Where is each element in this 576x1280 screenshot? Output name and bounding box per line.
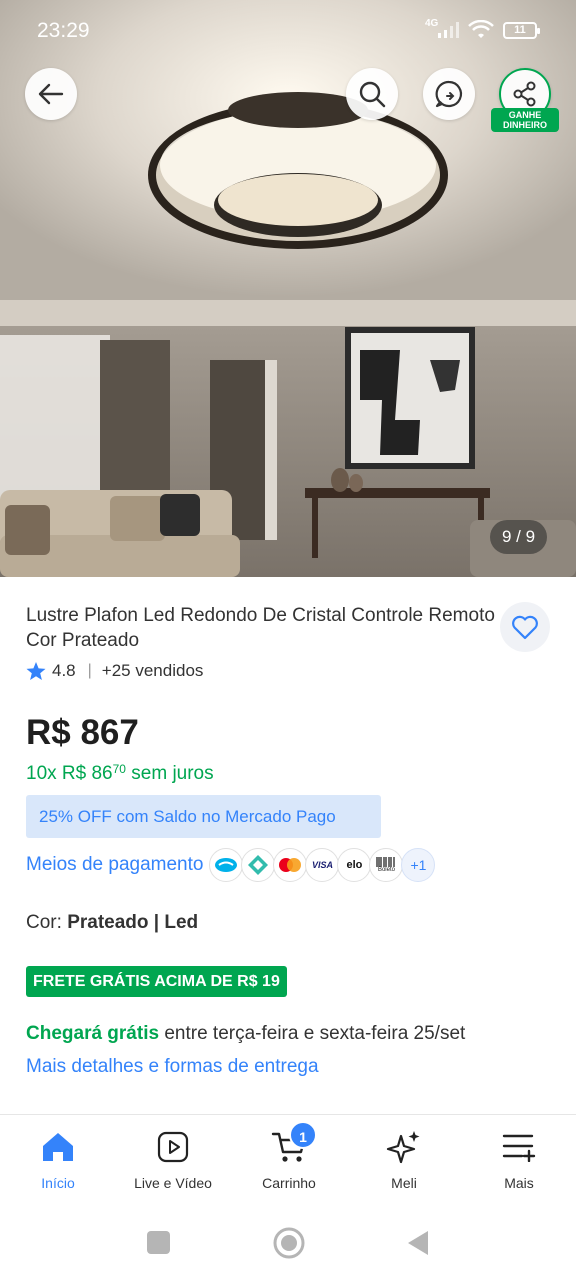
rating-separator: |: [87, 662, 92, 679]
product-image-gallery[interactable]: 23:29 4G 11 GANHE DINHEIRO 9 / 9: [0, 0, 576, 577]
system-nav-icons: [147, 1227, 428, 1259]
tab-more[interactable]: Mais: [464, 1127, 574, 1191]
sparkle-icon: [386, 1131, 420, 1164]
gallery-counter: 9 / 9: [490, 520, 548, 554]
tab-home-label: Início: [41, 1175, 75, 1191]
installments-suffix: sem juros: [131, 763, 214, 784]
tab-live-video-label: Live e Vídeo: [134, 1175, 212, 1191]
shipping-highlight: Chegará grátis: [26, 1023, 160, 1044]
color-row: Cor: Prateado | Led: [26, 912, 198, 934]
shipping-dates: entre terça-feira e sexta-feira 25/set: [164, 1023, 466, 1044]
rating-value: 4.8: [52, 661, 76, 680]
play-icon: [157, 1131, 189, 1163]
color-value: Prateado | Led: [67, 912, 199, 933]
status-bar: 23:29 4G 11: [0, 0, 576, 62]
sold-count: +25 vendidos: [101, 661, 204, 680]
rating-row[interactable]: 4.8 | +25 vendidos: [26, 661, 203, 681]
more-payment-methods[interactable]: +1: [401, 848, 436, 882]
product-screen: 23:29 4G 11 GANHE DINHEIRO 9 / 9 Lustre …: [0, 0, 576, 1280]
tab-home[interactable]: Início: [3, 1127, 113, 1191]
favorite-button[interactable]: [500, 602, 550, 652]
signal-icon: [438, 22, 459, 38]
promo-banner: 25% OFF com Saldo no Mercado Pago: [26, 795, 381, 838]
arrow-left-icon: [38, 83, 64, 105]
wifi-icon: [468, 20, 494, 38]
mercado-pago-icon: [209, 848, 244, 882]
boleto-icon: Boleto: [369, 848, 404, 882]
elo-icon: elo: [337, 848, 372, 882]
search-icon: [359, 81, 386, 108]
system-navigation-bar: [0, 1206, 576, 1280]
earn-money-line2: DINHEIRO: [502, 120, 547, 130]
status-time: 23:29: [37, 19, 90, 42]
price: R$ 867: [26, 713, 139, 752]
product-photo: [0, 0, 576, 577]
mastercard-icon: [273, 848, 308, 882]
cart-badge: 1: [289, 1121, 317, 1149]
payment-methods-row[interactable]: Meios de pagamento VISA elo Boleto +1: [26, 847, 436, 883]
whatsapp-share-button[interactable]: [423, 68, 475, 120]
share-icon: [513, 81, 536, 107]
back-button[interactable]: [25, 68, 77, 120]
visa-icon: VISA: [305, 848, 340, 882]
whatsapp-icon: [435, 80, 463, 108]
back-nav-icon: [408, 1231, 428, 1255]
installments-cents: 70: [112, 762, 126, 776]
earn-money-badge[interactable]: GANHE DINHEIRO: [491, 108, 559, 132]
search-button[interactable]: [346, 68, 398, 120]
heart-icon: [512, 615, 538, 640]
color-label: Cor:: [26, 912, 62, 933]
recent-apps-icon: [147, 1231, 170, 1254]
free-shipping-badge: FRETE GRÁTIS ACIMA DE R$ 19: [26, 966, 287, 997]
boleto-label: Boleto: [377, 867, 395, 873]
pix-icon: [241, 848, 276, 882]
payment-methods-link[interactable]: Meios de pagamento: [26, 854, 203, 876]
product-title: Lustre Plafon Led Redondo De Cristal Con…: [26, 605, 495, 651]
menu-plus-icon: [502, 1134, 536, 1162]
shipping-details-link[interactable]: Mais detalhes e formas de entrega: [26, 1056, 319, 1078]
bottom-tab-bar: Início Live e Vídeo 1 Carrinho Meli Mais: [0, 1114, 576, 1206]
home-icon: [43, 1133, 73, 1161]
installments: 10x R$ 8670 sem juros: [26, 762, 214, 785]
tab-cart-label: Carrinho: [262, 1175, 316, 1191]
tab-more-label: Mais: [504, 1175, 534, 1191]
earn-money-line1: GANHE: [508, 110, 542, 120]
star-icon: [26, 661, 46, 680]
tab-live-video[interactable]: Live e Vídeo: [118, 1127, 228, 1191]
tab-meli[interactable]: Meli: [349, 1127, 459, 1191]
installments-amount: 10x R$ 86: [26, 763, 113, 784]
battery-icon: 11: [503, 22, 540, 39]
tab-meli-label: Meli: [391, 1175, 417, 1191]
shipping-info: Chegará grátis entre terça-feira e sexta…: [26, 1023, 465, 1045]
tab-cart[interactable]: 1 Carrinho: [234, 1121, 344, 1191]
